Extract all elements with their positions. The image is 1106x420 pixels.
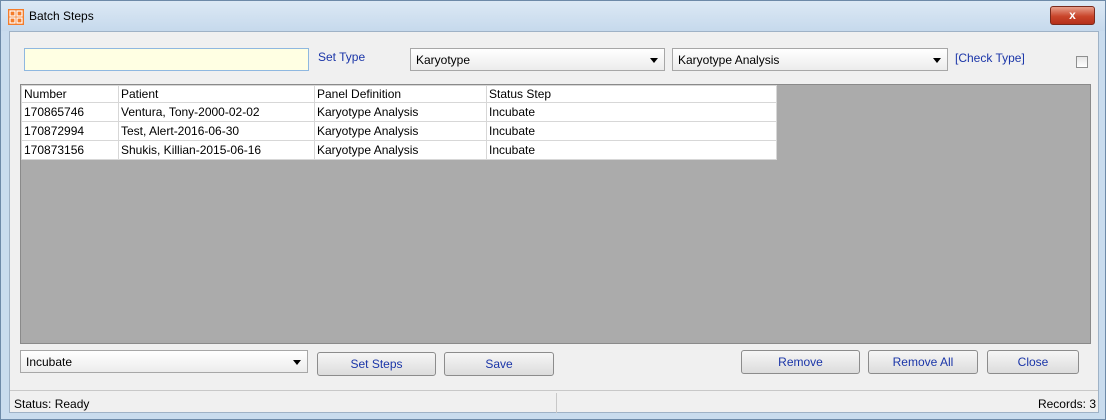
table-header-row: Number Patient Panel Definition Status S… xyxy=(21,85,777,103)
remove-button[interactable]: Remove xyxy=(741,350,860,374)
search-input[interactable] xyxy=(24,48,309,71)
app-icon xyxy=(8,9,24,25)
cell-panel-definition: Karyotype Analysis xyxy=(314,140,487,160)
panel-select-value: Karyotype Analysis xyxy=(678,53,780,67)
records-count: Records: 3 xyxy=(1037,397,1096,411)
close-button[interactable]: Close xyxy=(987,350,1079,374)
title-bar: Batch Steps x xyxy=(1,1,1105,31)
check-type-checkbox[interactable] xyxy=(1076,56,1088,68)
batch-steps-window: Batch Steps x Set Type Karyotype Karyoty… xyxy=(0,0,1106,420)
cell-patient: Shukis, Killian-2015-06-16 xyxy=(118,140,315,160)
cell-status-step: Incubate xyxy=(486,140,777,160)
panel-select[interactable]: Karyotype Analysis xyxy=(672,48,948,71)
save-button[interactable]: Save xyxy=(444,352,554,376)
cell-number: 170872994 xyxy=(21,121,119,141)
step-select[interactable]: Incubate xyxy=(20,350,308,373)
chevron-down-icon xyxy=(293,360,301,365)
table-row[interactable]: 170865746 Ventura, Tony-2000-02-02 Karyo… xyxy=(21,102,777,122)
client-area: Set Type Karyotype Karyotype Analysis [C… xyxy=(9,31,1099,413)
status-bar: Status: Ready Records: 3 xyxy=(10,390,1098,413)
table-row[interactable]: 170873156 Shukis, Killian-2015-06-16 Kar… xyxy=(21,140,777,160)
remove-all-button[interactable]: Remove All xyxy=(868,350,978,374)
status-divider xyxy=(556,393,557,413)
column-header-patient[interactable]: Patient xyxy=(118,85,315,103)
column-header-panel-definition[interactable]: Panel Definition xyxy=(314,85,487,103)
batch-table: Number Patient Panel Definition Status S… xyxy=(21,85,777,160)
batch-grid: Number Patient Panel Definition Status S… xyxy=(20,84,1091,344)
cell-number: 170865746 xyxy=(21,102,119,122)
status-text: Status: Ready xyxy=(14,397,90,411)
close-icon: x xyxy=(1069,8,1076,22)
column-header-status-step[interactable]: Status Step xyxy=(486,85,777,103)
check-type-link[interactable]: [Check Type] xyxy=(955,51,1025,65)
cell-panel-definition: Karyotype Analysis xyxy=(314,121,487,141)
cell-status-step: Incubate xyxy=(486,102,777,122)
cell-panel-definition: Karyotype Analysis xyxy=(314,102,487,122)
chevron-down-icon xyxy=(933,58,941,63)
window-title: Batch Steps xyxy=(29,9,94,23)
type-select[interactable]: Karyotype xyxy=(410,48,665,71)
cell-patient: Test, Alert-2016-06-30 xyxy=(118,121,315,141)
cell-number: 170873156 xyxy=(21,140,119,160)
chevron-down-icon xyxy=(650,58,658,63)
cell-status-step: Incubate xyxy=(486,121,777,141)
type-select-value: Karyotype xyxy=(416,53,471,67)
cell-patient: Ventura, Tony-2000-02-02 xyxy=(118,102,315,122)
set-steps-button[interactable]: Set Steps xyxy=(317,352,436,376)
window-close-button[interactable]: x xyxy=(1050,6,1095,25)
table-row[interactable]: 170872994 Test, Alert-2016-06-30 Karyoty… xyxy=(21,121,777,141)
set-type-label: Set Type xyxy=(318,50,366,64)
column-header-number[interactable]: Number xyxy=(21,85,119,103)
step-select-value: Incubate xyxy=(26,355,73,369)
